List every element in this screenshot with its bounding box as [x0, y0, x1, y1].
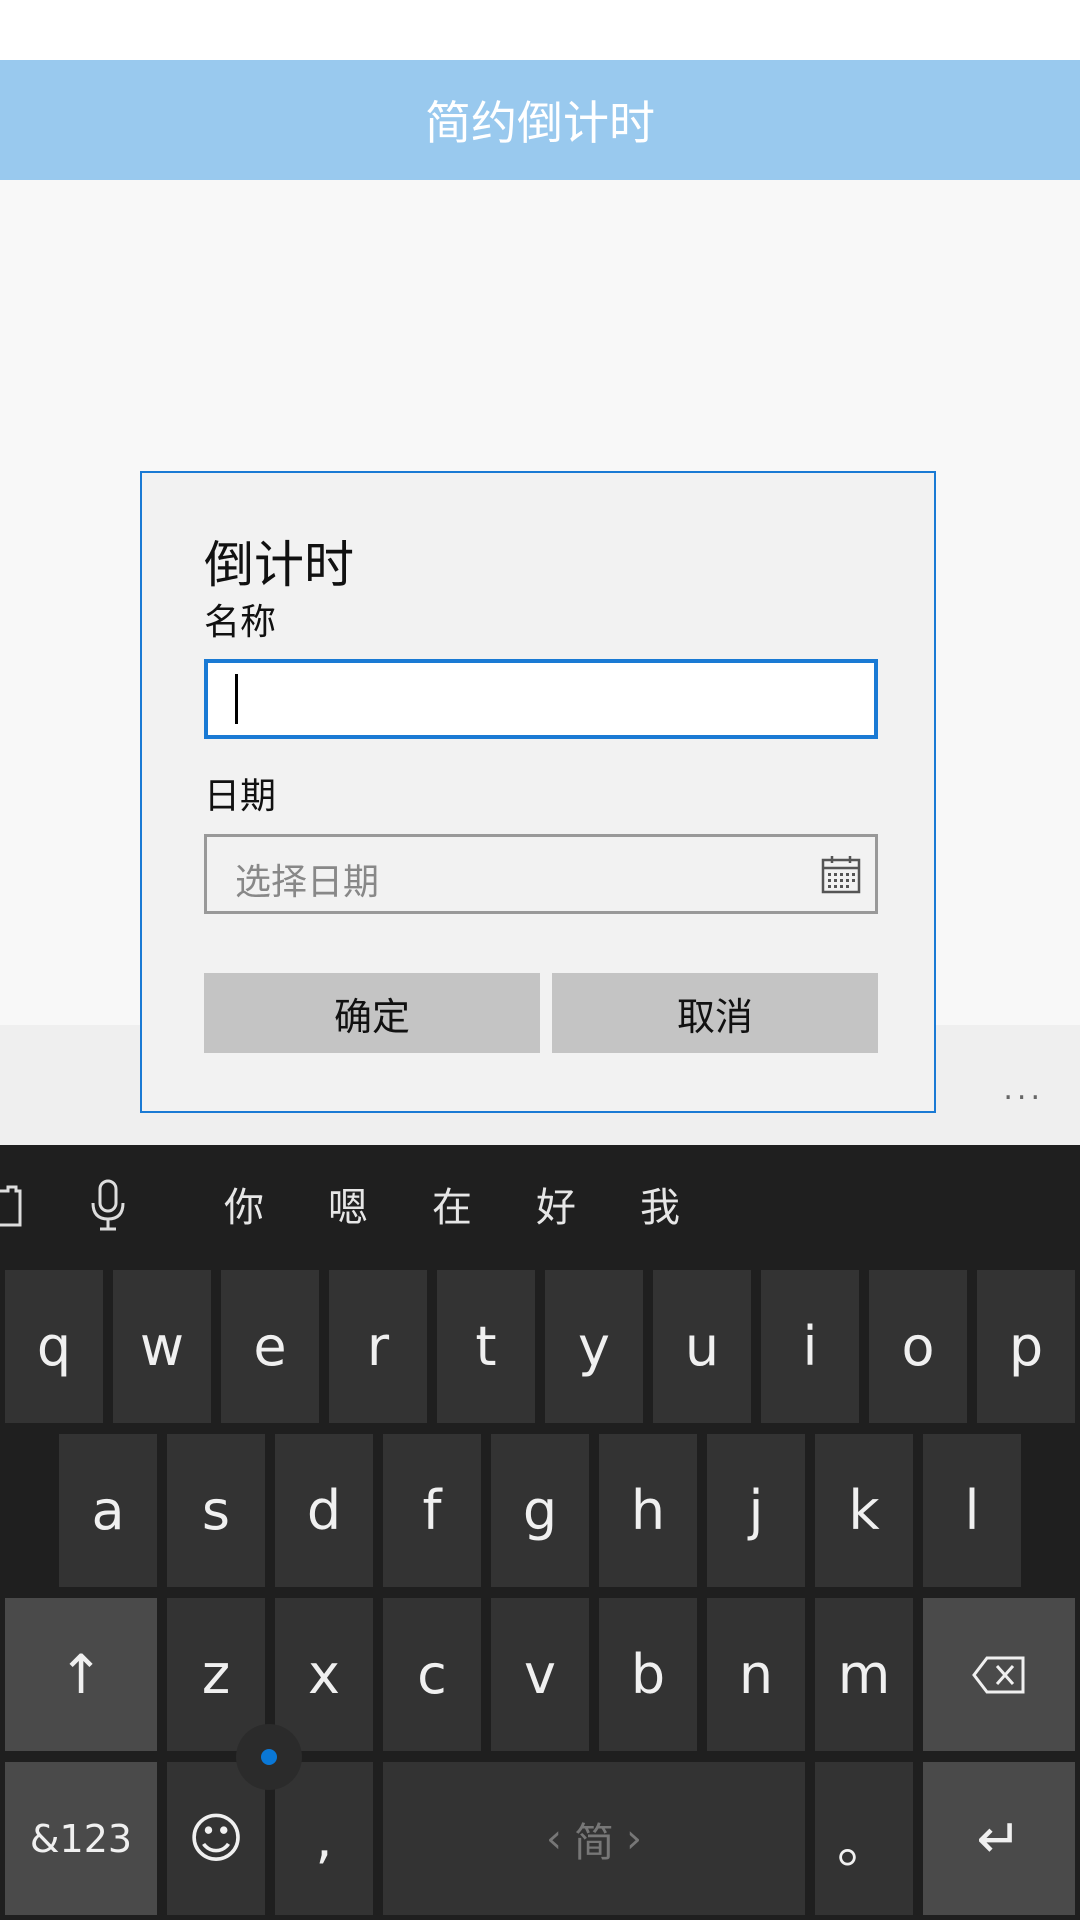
cancel-button[interactable]: 取消 — [552, 973, 878, 1053]
space-prev-icon: ‹ — [546, 1815, 562, 1862]
key-j[interactable]: j — [707, 1434, 805, 1587]
backspace-key[interactable] — [923, 1598, 1075, 1751]
microphone-icon[interactable] — [88, 1179, 128, 1233]
key-h[interactable]: h — [599, 1434, 697, 1587]
calendar-icon — [821, 856, 861, 894]
key-q[interactable]: q — [5, 1270, 103, 1423]
space-label: 简 — [574, 1819, 614, 1866]
key-r[interactable]: r — [329, 1270, 427, 1423]
dialog-title: 倒计时 — [204, 536, 354, 594]
key-o[interactable]: o — [869, 1270, 967, 1423]
text-caret — [235, 674, 238, 724]
key-n[interactable]: n — [707, 1598, 805, 1751]
key-z[interactable]: z — [167, 1598, 265, 1751]
key-m[interactable]: m — [815, 1598, 913, 1751]
more-icon[interactable]: ... — [1003, 1072, 1044, 1107]
key-b[interactable]: b — [599, 1598, 697, 1751]
shift-arrow-icon: ↑ — [58, 1643, 104, 1706]
cursor-handle[interactable] — [236, 1724, 302, 1790]
clipboard-icon[interactable] — [0, 1183, 24, 1229]
key-c[interactable]: c — [383, 1598, 481, 1751]
key-x[interactable]: x — [275, 1598, 373, 1751]
date-label: 日期 — [204, 776, 277, 817]
key-f[interactable]: f — [383, 1434, 481, 1587]
key-l[interactable]: l — [923, 1434, 1021, 1587]
key-e[interactable]: e — [221, 1270, 319, 1423]
space-next-icon: › — [626, 1815, 642, 1862]
key-y[interactable]: y — [545, 1270, 643, 1423]
shift-key[interactable]: ↑ — [5, 1598, 157, 1751]
status-bar — [0, 0, 1080, 60]
name-input[interactable] — [204, 659, 878, 739]
key-i[interactable]: i — [761, 1270, 859, 1423]
app-title-bar: 简约倒计时 — [0, 60, 1080, 180]
enter-key[interactable]: ↵ — [923, 1762, 1075, 1915]
date-placeholder: 选择日期 — [235, 862, 380, 903]
period-key[interactable]: 。 — [815, 1762, 913, 1915]
candidate-5[interactable]: 我 — [640, 1175, 680, 1233]
key-u[interactable]: u — [653, 1270, 751, 1423]
backspace-icon — [972, 1656, 1025, 1693]
comma-key[interactable]: , — [275, 1762, 373, 1915]
candidate-4[interactable]: 好 — [536, 1175, 576, 1233]
candidate-3[interactable]: 在 — [432, 1175, 472, 1233]
candidate-bar: 你 嗯 在 好 我 — [0, 1145, 1080, 1265]
key-w[interactable]: w — [113, 1270, 211, 1423]
space-key[interactable]: ‹ 简 › — [383, 1762, 805, 1915]
key-p[interactable]: p — [977, 1270, 1075, 1423]
date-picker[interactable]: 选择日期 — [204, 834, 878, 914]
key-a[interactable]: a — [59, 1434, 157, 1587]
candidate-1[interactable]: 你 — [224, 1175, 264, 1233]
emoji-key[interactable]: ☺ — [167, 1762, 265, 1915]
confirm-button[interactable]: 确定 — [204, 973, 540, 1053]
enter-icon: ↵ — [976, 1807, 1022, 1870]
key-s[interactable]: s — [167, 1434, 265, 1587]
candidate-2[interactable]: 嗯 — [328, 1175, 368, 1233]
app-title: 简约倒计时 — [425, 96, 655, 150]
key-k[interactable]: k — [815, 1434, 913, 1587]
name-label: 名称 — [204, 602, 277, 643]
key-t[interactable]: t — [437, 1270, 535, 1423]
countdown-dialog: 倒计时 名称 日期 选择日期 确定 取消 — [140, 471, 936, 1113]
symbols-key[interactable]: &123 — [5, 1762, 157, 1915]
emoji-icon: ☺ — [187, 1807, 245, 1870]
key-d[interactable]: d — [275, 1434, 373, 1587]
key-g[interactable]: g — [491, 1434, 589, 1587]
key-v[interactable]: v — [491, 1598, 589, 1751]
